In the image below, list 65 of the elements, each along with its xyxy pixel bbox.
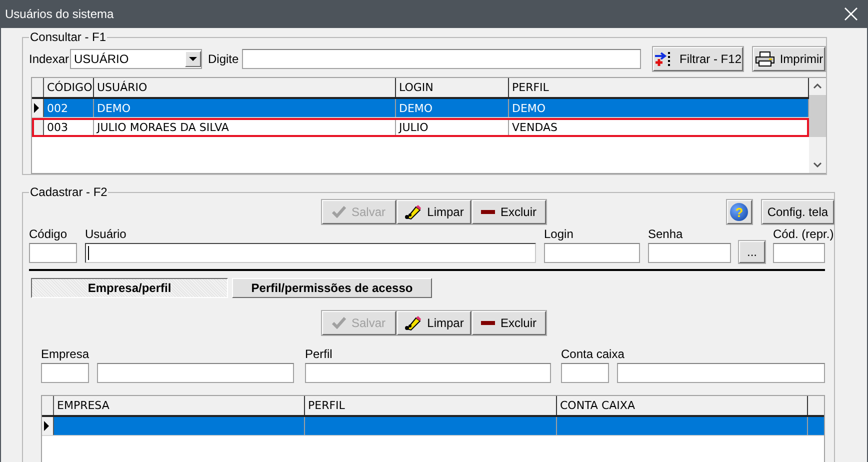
table-cell: 002	[44, 99, 94, 117]
field-label: Cód. (repr.)	[773, 227, 834, 241]
filter-button[interactable]: Filtrar - F12	[653, 47, 743, 71]
input-field[interactable]	[305, 363, 551, 383]
clear-button[interactable]: Limpar	[397, 311, 471, 335]
table-row[interactable]: 003 JULIO MORAES DA SILVA JULIO VENDAS	[32, 118, 809, 137]
field-label: Perfil	[305, 347, 334, 361]
printer-icon	[754, 51, 775, 67]
field-label: Login	[544, 227, 574, 241]
input-field[interactable]	[561, 363, 609, 383]
field-label: Indexar	[29, 52, 70, 66]
field-label: Senha	[648, 227, 684, 241]
delete-button[interactable]: Excluir	[472, 200, 546, 224]
close-icon[interactable]	[844, 7, 858, 21]
field-label: Usuário	[85, 227, 128, 241]
row-pointer-icon	[44, 421, 49, 431]
input-field[interactable]	[97, 363, 294, 383]
minus-icon	[481, 210, 496, 214]
clear-button[interactable]: Limpar	[397, 200, 471, 224]
scrollbar[interactable]	[809, 78, 826, 173]
field-label: Digite	[208, 52, 240, 66]
input-field[interactable]	[617, 363, 825, 383]
print-button[interactable]: Imprimir	[753, 47, 825, 71]
window-title: Usuários do sistema	[5, 7, 114, 21]
config-button[interactable]: Config. tela	[762, 200, 834, 224]
table-cell: DEMO	[94, 99, 396, 117]
input-field[interactable]	[648, 243, 731, 263]
input-field[interactable]	[41, 363, 89, 383]
eraser-icon	[404, 204, 422, 220]
check-icon	[332, 206, 346, 218]
column-header[interactable]: USUÁRIO	[94, 78, 396, 97]
input-field[interactable]	[85, 243, 536, 263]
input-field[interactable]	[773, 243, 825, 263]
table-cell: JULIO MORAES DA SILVA	[94, 118, 396, 136]
text-cursor	[88, 246, 89, 260]
column-header[interactable]: EMPRESA	[54, 396, 305, 415]
delete-button[interactable]: Excluir	[472, 311, 546, 335]
column-header[interactable]: LOGIN	[396, 78, 509, 97]
row-indicator[interactable]	[32, 118, 44, 136]
field-label: Empresa	[41, 347, 90, 361]
eraser-icon	[404, 315, 422, 331]
row-pointer-icon	[34, 103, 39, 113]
check-icon	[332, 317, 346, 329]
row-indicator[interactable]	[42, 417, 54, 435]
input-field[interactable]	[242, 49, 641, 69]
table-row[interactable]: 002 DEMO DEMO DEMO	[32, 99, 809, 118]
table-cell: 003	[44, 118, 94, 136]
group-title: Consultar - F1	[29, 30, 108, 44]
input-field[interactable]	[29, 243, 77, 263]
column-header[interactable]: CÓDIGO	[44, 78, 94, 97]
column-header[interactable]: PERFIL	[305, 396, 557, 415]
tab[interactable]: Perfil/permissões de acesso	[232, 278, 432, 298]
group-title: Cadastrar - F2	[29, 185, 108, 199]
input-field[interactable]	[544, 243, 640, 263]
browse-button[interactable]: ...	[739, 241, 765, 263]
tab[interactable]: Empresa/perfil	[31, 278, 228, 298]
index-dropdown[interactable]: USUÁRIO	[70, 49, 202, 69]
table-cell: JULIO	[396, 118, 509, 136]
minus-icon	[481, 321, 496, 325]
row-indicator[interactable]	[32, 99, 44, 117]
field-label: Conta caixa	[561, 347, 626, 361]
column-header[interactable]: CONTA CAIXA	[557, 396, 808, 415]
caret-icon	[189, 57, 197, 61]
table-cell: DEMO	[396, 99, 509, 117]
field-label: Código	[29, 227, 68, 241]
